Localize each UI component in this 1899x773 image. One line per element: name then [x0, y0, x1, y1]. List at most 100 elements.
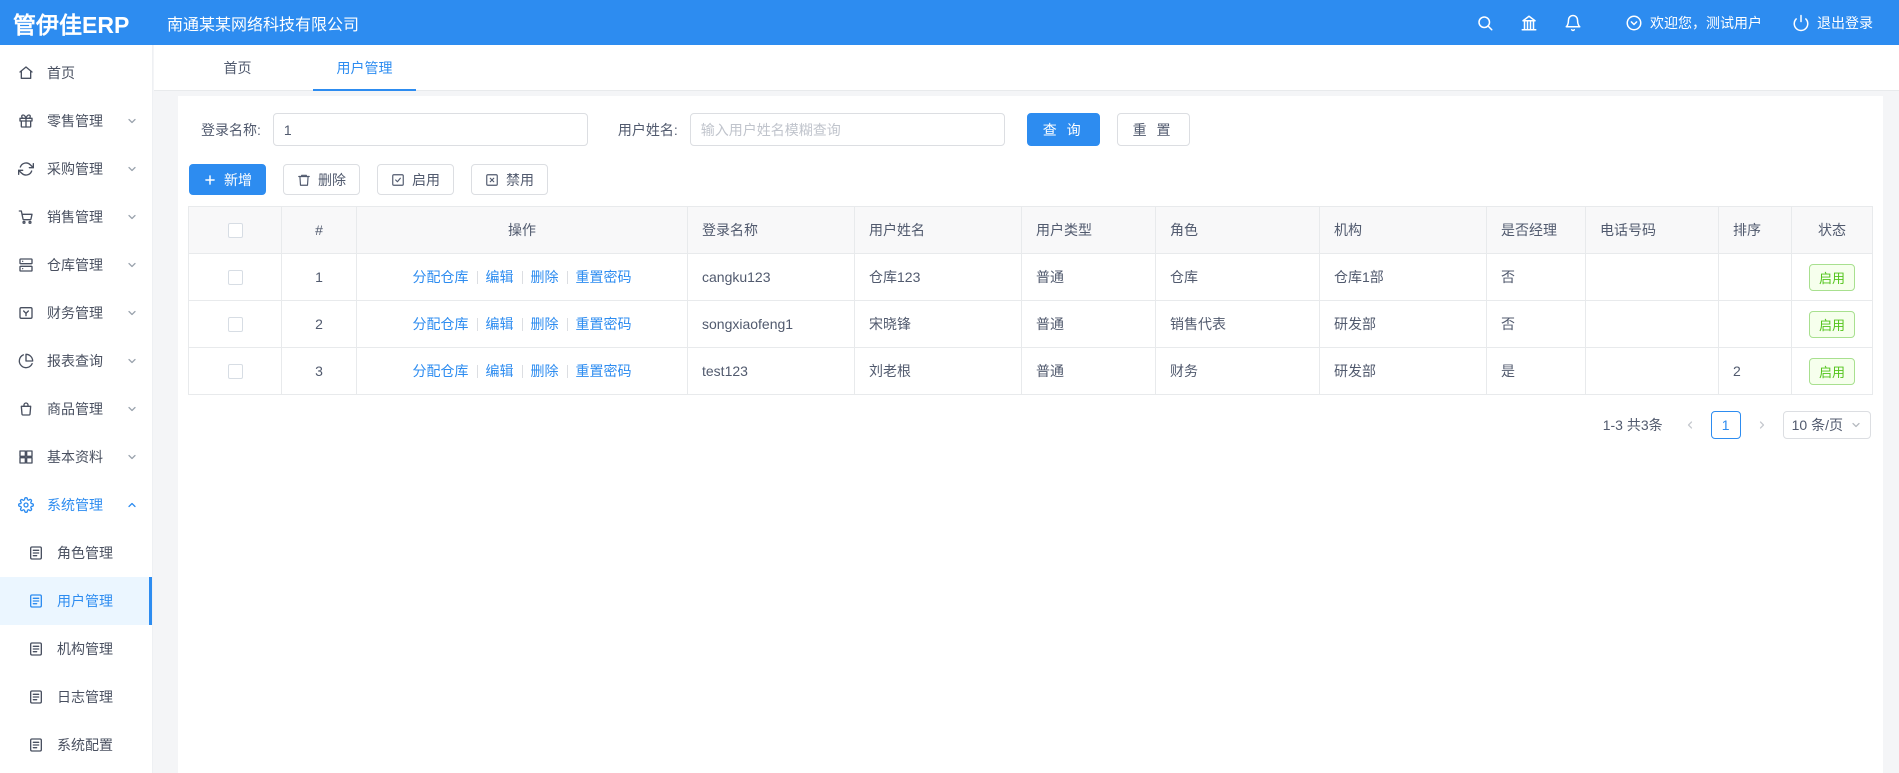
chevron-down-icon: [128, 454, 136, 460]
sidebar-item-home[interactable]: 首页: [0, 49, 152, 97]
reset-password-link[interactable]: 重置密码: [576, 314, 632, 334]
sidebar-item-system[interactable]: 系统管理: [0, 481, 152, 529]
app-header: 管伊佳ERP 南通某某网络科技有限公司 欢迎您，测试用户 退出登录: [0, 0, 1899, 45]
sidebar-item-user-mgmt[interactable]: 用户管理: [0, 577, 152, 625]
sidebar-item-warehouse[interactable]: 仓库管理: [0, 241, 152, 289]
table-header-row: # 操作 登录名称 用户姓名 用户类型 角色 机构 是否经理 电话号码 排序 状…: [188, 206, 1873, 254]
assign-warehouse-link[interactable]: 分配仓库: [413, 361, 469, 381]
reset-button[interactable]: 重 置: [1116, 113, 1190, 146]
sidebar-item-finance[interactable]: 财务管理: [0, 289, 152, 337]
sidebar-item-label: 报表查询: [47, 353, 103, 369]
separator: [521, 364, 523, 378]
chevron-down-icon: [1852, 422, 1860, 428]
delete-link[interactable]: 删除: [531, 314, 559, 334]
tab-home[interactable]: 首页: [174, 45, 301, 90]
chevron-down-icon: [128, 214, 136, 220]
delete-button[interactable]: 删除: [283, 164, 360, 195]
sidebar-item-products[interactable]: 商品管理: [0, 385, 152, 433]
row-actions: 分配仓库 编辑 删除 重置密码: [361, 314, 683, 334]
cell-phone: [1585, 347, 1719, 395]
table-row: 1 分配仓库 编辑 删除 重置密码 cangku123 仓库123 普通 仓库 …: [188, 253, 1873, 301]
chevron-down-icon: [128, 118, 136, 124]
sidebar-item-log-mgmt[interactable]: 日志管理: [0, 673, 152, 721]
row-checkbox[interactable]: [227, 317, 243, 333]
bank-icon: [1521, 15, 1537, 30]
next-page-button[interactable]: [1749, 411, 1775, 439]
header-actions: 欢迎您，测试用户 退出登录: [1463, 0, 1899, 45]
x-square-icon: [486, 173, 498, 186]
disable-button[interactable]: 禁用: [471, 164, 548, 195]
sidebar-item-label: 系统管理: [47, 497, 103, 513]
sidebar-item-label: 角色管理: [57, 545, 113, 561]
cell-org: 研发部: [1319, 347, 1487, 395]
col-manager: 是否经理: [1486, 206, 1586, 254]
cell-index: 3: [281, 347, 357, 395]
sidebar-item-org-mgmt[interactable]: 机构管理: [0, 625, 152, 673]
tab-user-mgmt[interactable]: 用户管理: [301, 45, 428, 91]
user-menu[interactable]: 欢迎您，测试用户: [1625, 13, 1762, 33]
sidebar-item-role-mgmt[interactable]: 角色管理: [0, 529, 152, 577]
user-name-label: 用户姓名:: [617, 121, 678, 138]
sidebar-item-sales[interactable]: 销售管理: [0, 193, 152, 241]
status-badge: 启用: [1808, 357, 1855, 385]
login-name-input[interactable]: [272, 113, 588, 146]
sidebar-item-sys-config[interactable]: 系统配置: [0, 721, 152, 769]
logout-button[interactable]: 退出登录: [1792, 13, 1873, 33]
page-number-button[interactable]: 1: [1710, 411, 1741, 439]
delete-link[interactable]: 删除: [531, 267, 559, 287]
cell-name: 刘老根: [854, 347, 1022, 395]
table-row: 3 分配仓库 编辑 删除 重置密码 test123 刘老根 普通 财务 研发部 …: [188, 347, 1873, 395]
sidebar-submenu-system: 角色管理 用户管理 机构管理 日志管理 系统配置: [0, 529, 152, 769]
cell-sort: [1718, 300, 1792, 348]
notifications-button[interactable]: [1551, 0, 1595, 45]
reset-password-link[interactable]: 重置密码: [576, 361, 632, 381]
sidebar-item-label: 销售管理: [47, 209, 103, 225]
sidebar: 首页 零售管理 采购管理 销售管理 仓库管理 财务管理 报表查询 商品管理 基本…: [0, 45, 153, 773]
edit-link[interactable]: 编辑: [486, 267, 514, 287]
user-name-input[interactable]: [689, 113, 1005, 146]
edit-link[interactable]: 编辑: [486, 361, 514, 381]
check-square-icon: [392, 173, 404, 186]
assign-warehouse-link[interactable]: 分配仓库: [413, 267, 469, 287]
cell-org: 研发部: [1319, 300, 1487, 348]
sidebar-item-basic-data[interactable]: 基本资料: [0, 433, 152, 481]
separator: [566, 364, 568, 378]
row-checkbox[interactable]: [227, 364, 243, 380]
reset-password-link[interactable]: 重置密码: [576, 267, 632, 287]
sidebar-item-label: 商品管理: [47, 401, 103, 417]
users-table: # 操作 登录名称 用户姓名 用户类型 角色 机构 是否经理 电话号码 排序 状…: [188, 206, 1873, 395]
toolbar: 新增 删除 启用 禁用: [189, 164, 1883, 195]
sidebar-item-purchase[interactable]: 采购管理: [0, 145, 152, 193]
select-all-checkbox[interactable]: [227, 223, 243, 239]
chevron-right-icon: [1759, 421, 1764, 429]
gear-icon: [18, 497, 34, 513]
page-size-value: 10 条/页: [1791, 417, 1843, 433]
query-button[interactable]: 查 询: [1026, 113, 1100, 146]
enable-button[interactable]: 启用: [377, 164, 454, 195]
bell-icon: [1565, 14, 1581, 31]
sidebar-item-reports[interactable]: 报表查询: [0, 337, 152, 385]
app-logo: 管伊佳ERP: [13, 11, 130, 38]
row-checkbox[interactable]: [227, 270, 243, 286]
search-button[interactable]: [1463, 0, 1507, 45]
cart-icon: [18, 210, 33, 224]
assign-warehouse-link[interactable]: 分配仓库: [413, 314, 469, 334]
cell-login: test123: [687, 347, 855, 395]
chevron-down-icon: [128, 166, 136, 172]
doc-icon: [30, 690, 42, 704]
delete-link[interactable]: 删除: [531, 361, 559, 381]
page-size-select[interactable]: 10 条/页: [1782, 411, 1871, 439]
disable-button-label: 禁用: [506, 171, 534, 188]
sidebar-item-retail[interactable]: 零售管理: [0, 97, 152, 145]
home-portal-button[interactable]: [1507, 0, 1551, 45]
col-org: 机构: [1319, 206, 1487, 254]
add-button[interactable]: 新增: [189, 164, 266, 195]
chevron-down-icon: [128, 406, 136, 412]
pagination: 1-3 共3条 1 10 条/页: [190, 411, 1871, 439]
cell-type: 普通: [1021, 253, 1156, 301]
doc-icon: [30, 738, 42, 752]
prev-page-button[interactable]: [1677, 411, 1703, 439]
col-phone: 电话号码: [1585, 206, 1719, 254]
edit-link[interactable]: 编辑: [486, 314, 514, 334]
users-table-wrap: # 操作 登录名称 用户姓名 用户类型 角色 机构 是否经理 电话号码 排序 状…: [188, 206, 1873, 395]
